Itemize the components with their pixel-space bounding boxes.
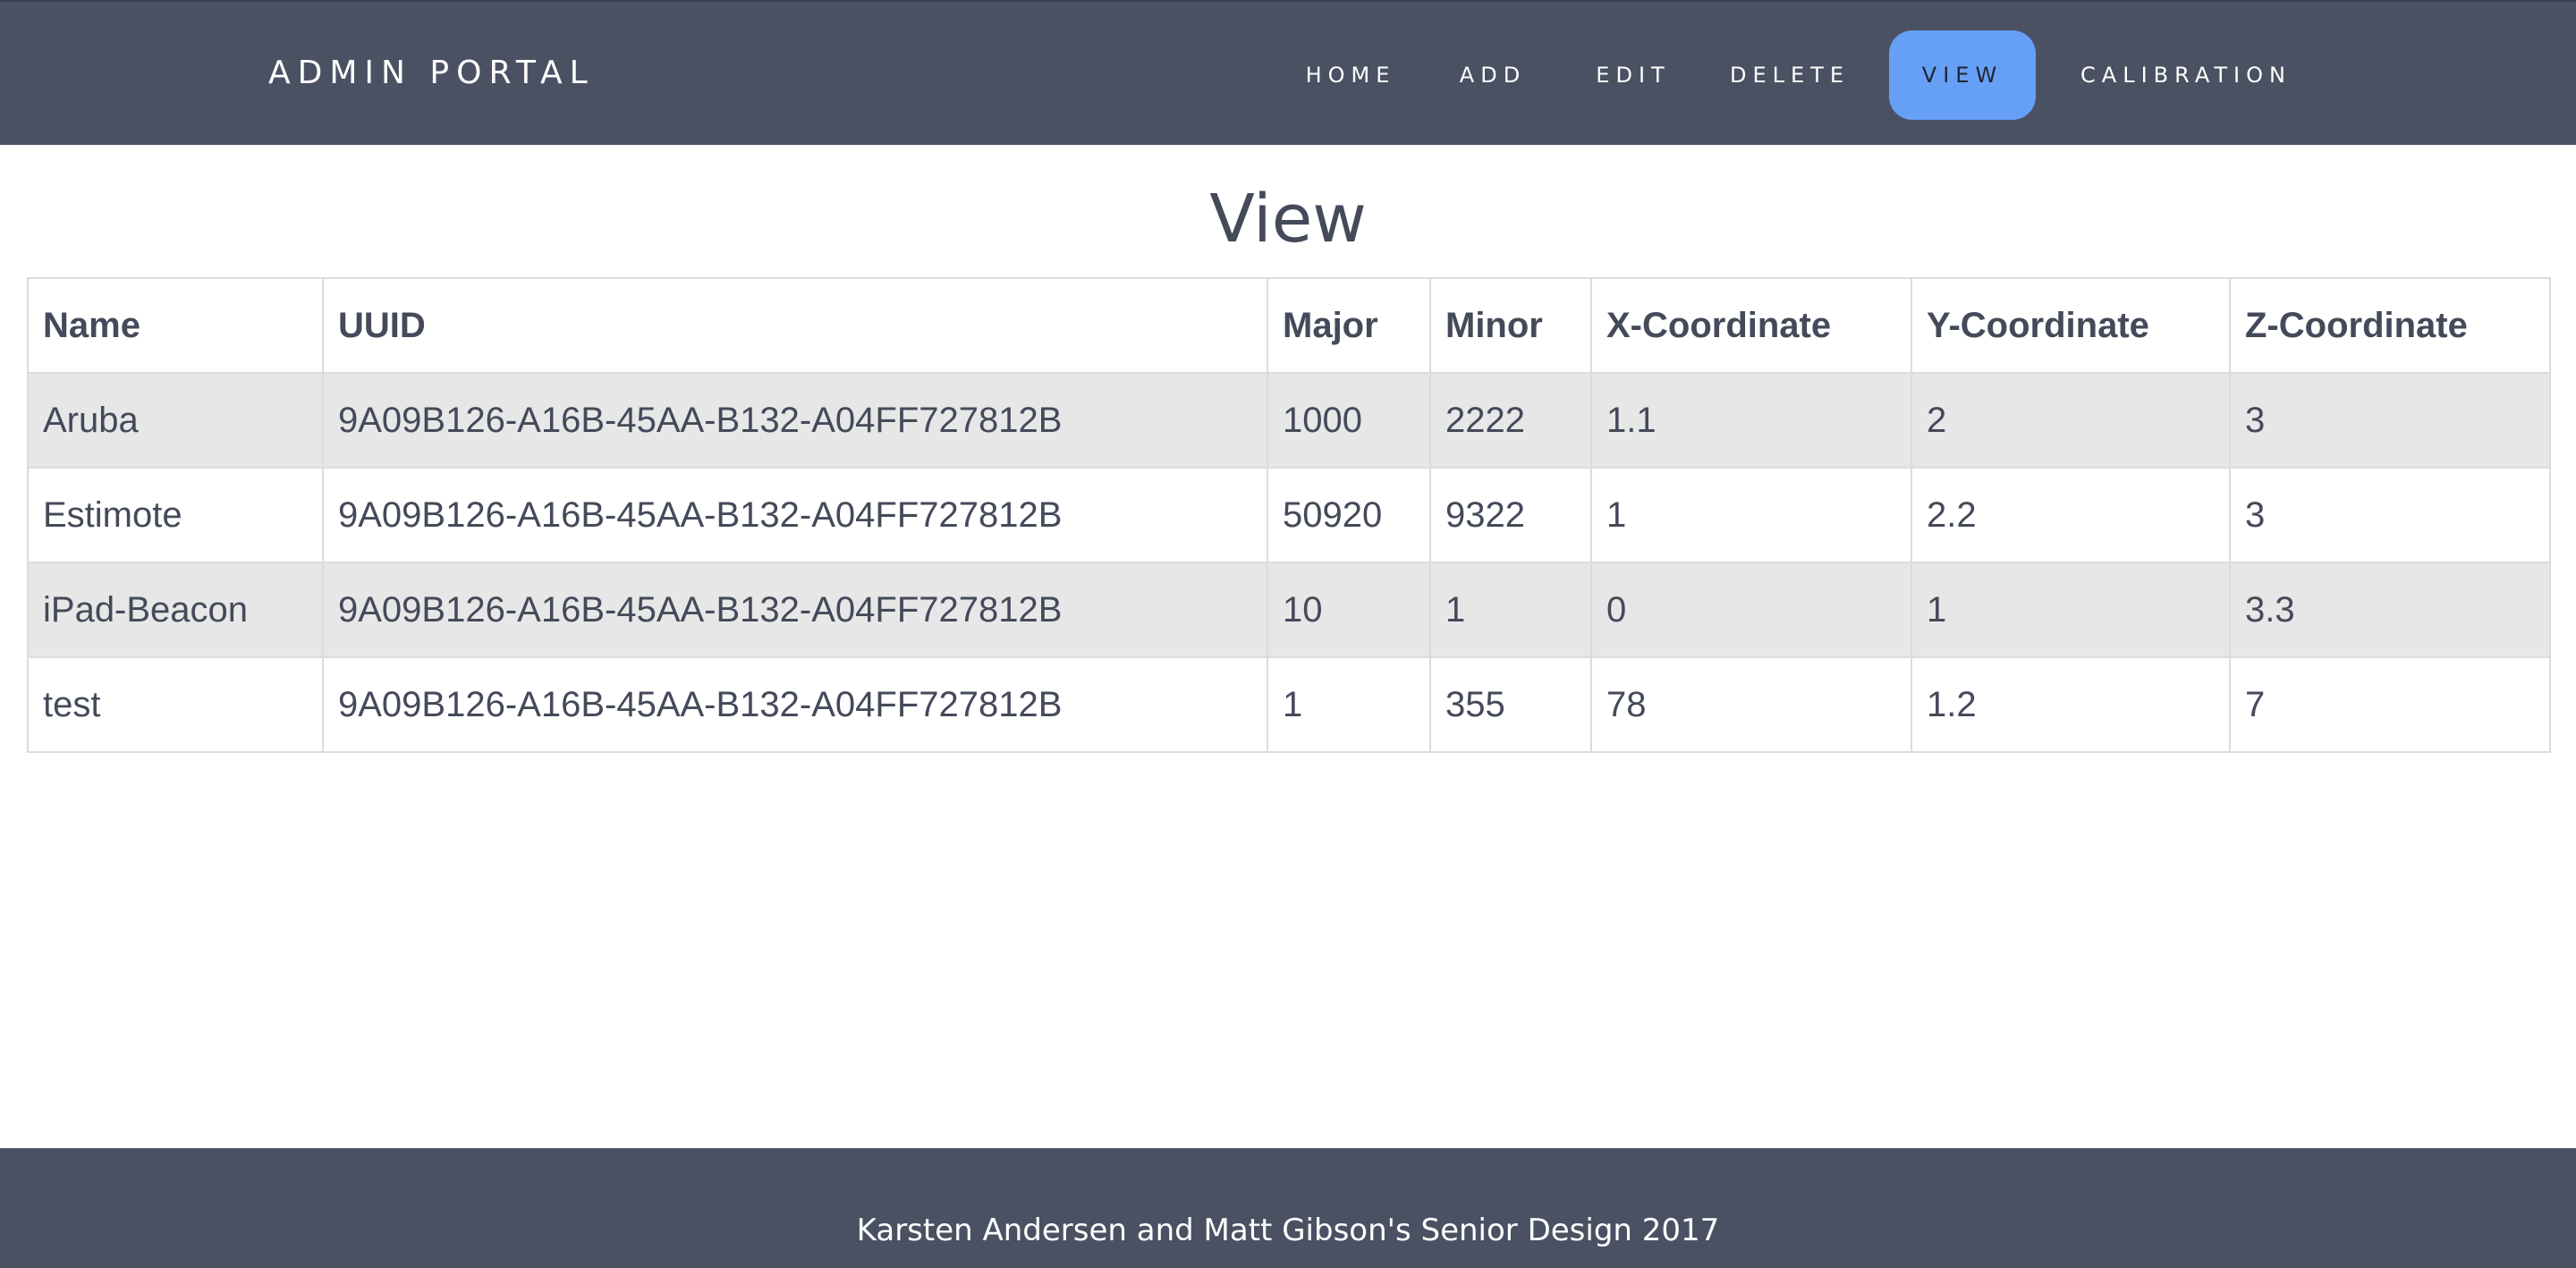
nav-home-link[interactable]: HOME	[1288, 30, 1413, 120]
page-title: View	[1209, 181, 1367, 258]
column-header-name: Name	[27, 277, 324, 374]
cell-x-coordinate: 1	[1590, 467, 1912, 563]
cell-name: Estimote	[27, 467, 324, 563]
table-header-row: Name UUID Major Minor X-Coordinate Y-Coo…	[27, 277, 2551, 374]
cell-name: test	[27, 656, 324, 753]
table-row: Estimote 9A09B126-A16B-45AA-B132-A04FF72…	[27, 467, 2551, 563]
cell-major: 10	[1267, 562, 1431, 658]
cell-y-coordinate: 2.2	[1911, 467, 2231, 563]
cell-name: Aruba	[27, 372, 324, 469]
nav-delete-link[interactable]: DELETE	[1717, 30, 1862, 120]
cell-z-coordinate: 3.3	[2229, 562, 2551, 658]
footer-credits: Karsten Andersen and Matt Gibson's Senio…	[856, 1213, 1720, 1248]
cell-uuid: 9A09B126-A16B-45AA-B132-A04FF727812B	[322, 372, 1268, 469]
cell-x-coordinate: 78	[1590, 656, 1912, 753]
cell-z-coordinate: 3	[2229, 467, 2551, 563]
column-header-x-coordinate: X-Coordinate	[1590, 277, 1912, 374]
column-header-z-coordinate: Z-Coordinate	[2229, 277, 2551, 374]
nav-calibration-link[interactable]: CALIBRATION	[2057, 30, 2315, 120]
cell-minor: 355	[1429, 656, 1592, 753]
cell-y-coordinate: 1	[1911, 562, 2231, 658]
column-header-minor: Minor	[1429, 277, 1592, 374]
cell-y-coordinate: 1.2	[1911, 656, 2231, 753]
column-header-y-coordinate: Y-Coordinate	[1911, 277, 2231, 374]
nav-add-link[interactable]: ADD	[1440, 30, 1546, 120]
cell-uuid: 9A09B126-A16B-45AA-B132-A04FF727812B	[322, 562, 1268, 658]
cell-minor: 2222	[1429, 372, 1592, 469]
beacon-table: Name UUID Major Minor X-Coordinate Y-Coo…	[27, 277, 2551, 753]
cell-y-coordinate: 2	[1911, 372, 2231, 469]
cell-major: 50920	[1267, 467, 1431, 563]
cell-uuid: 9A09B126-A16B-45AA-B132-A04FF727812B	[322, 656, 1268, 753]
nav-view-link[interactable]: VIEW	[1889, 30, 2036, 120]
cell-minor: 9322	[1429, 467, 1592, 563]
cell-uuid: 9A09B126-A16B-45AA-B132-A04FF727812B	[322, 467, 1268, 563]
brand-logo-text[interactable]: ADMIN PORTAL	[268, 54, 595, 93]
table-row: iPad-Beacon 9A09B126-A16B-45AA-B132-A04F…	[27, 562, 2551, 658]
table-row: Aruba 9A09B126-A16B-45AA-B132-A04FF72781…	[27, 372, 2551, 469]
nav-edit-link[interactable]: EDIT	[1576, 30, 1690, 120]
cell-major: 1	[1267, 656, 1431, 753]
column-header-uuid: UUID	[322, 277, 1268, 374]
column-header-major: Major	[1267, 277, 1431, 374]
cell-z-coordinate: 3	[2229, 372, 2551, 469]
top-navbar: ADMIN PORTAL HOME ADD EDIT DELETE VIEW C…	[0, 0, 2576, 145]
page-footer: Karsten Andersen and Matt Gibson's Senio…	[0, 1148, 2576, 1268]
cell-minor: 1	[1429, 562, 1592, 658]
table-row: test 9A09B126-A16B-45AA-B132-A04FF727812…	[27, 656, 2551, 753]
cell-name: iPad-Beacon	[27, 562, 324, 658]
cell-z-coordinate: 7	[2229, 656, 2551, 753]
cell-x-coordinate: 0	[1590, 562, 1912, 658]
cell-x-coordinate: 1.1	[1590, 372, 1912, 469]
cell-major: 1000	[1267, 372, 1431, 469]
